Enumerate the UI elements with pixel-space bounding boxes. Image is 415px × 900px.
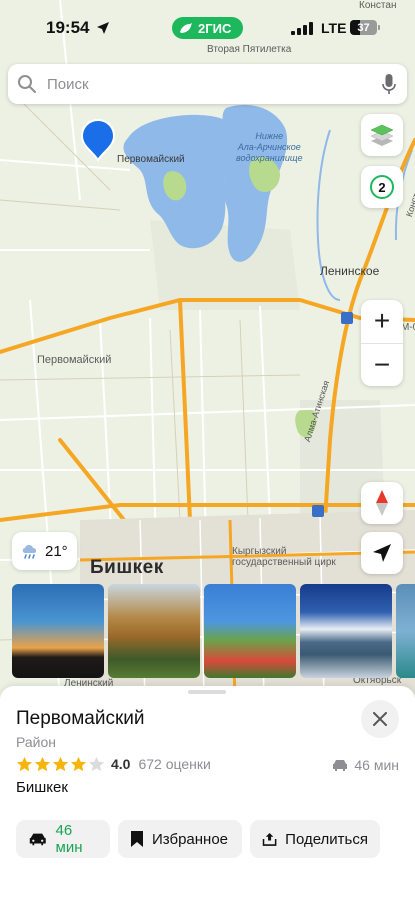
rating-row[interactable]: 4.0 672 оценки (16, 756, 211, 772)
app-brand-label: 2ГИС (198, 20, 232, 36)
sheet-grabber[interactable] (188, 690, 226, 694)
map-label-circus: Кыргызский государственный цирк (232, 546, 336, 568)
search-placeholder: Поиск (47, 75, 89, 93)
star-empty-icon (88, 756, 105, 772)
search-icon (18, 75, 36, 93)
battery-tip (378, 25, 380, 30)
zoom-controls: + − (361, 300, 403, 386)
layers-icon (370, 124, 394, 146)
rating-stars (16, 756, 105, 772)
map-label-m0: М-0 (401, 322, 415, 333)
close-icon (373, 712, 387, 726)
friends-on-map-button[interactable]: 2 (361, 166, 403, 208)
map-label-bishkek: Бишкек (90, 557, 164, 578)
place-type: Район (16, 734, 56, 750)
photo-strip[interactable] (12, 584, 415, 678)
place-card: Первомайский Район 4.0 672 оценки 46 мин… (0, 686, 415, 900)
share-icon (262, 832, 277, 846)
drive-time: 46 мин (331, 757, 399, 773)
status-time: 19:54 (46, 18, 90, 37)
network-type: LTE (321, 20, 347, 36)
friends-count-badge: 2 (370, 175, 394, 199)
map-label-pervomaysky-district: Первомайский (37, 354, 112, 366)
layers-button[interactable] (361, 114, 403, 156)
car-icon (29, 833, 46, 846)
status-bar: 19:54 2ГИС LTE 37 (0, 0, 415, 56)
route-label: 46 мин (55, 822, 83, 856)
map-label-pervomaysky: Первомайский (117, 154, 185, 165)
rating-count: 672 оценки (138, 756, 211, 772)
place-name: Первомайский (16, 708, 145, 729)
car-icon (333, 760, 348, 771)
zoom-in-button[interactable]: + (361, 300, 403, 343)
compass-button[interactable] (361, 482, 403, 524)
favorite-button[interactable]: Избранное (118, 820, 242, 858)
navigation-arrow-icon (373, 544, 391, 562)
star-filled-icon (34, 756, 51, 772)
zoom-out-button[interactable]: − (361, 343, 403, 386)
map-label-reservoir: Нижне Ала-Арчинское водохранилище (236, 131, 303, 163)
rain-cloud-icon (22, 545, 37, 559)
my-location-button[interactable] (361, 532, 403, 574)
weather-widget[interactable]: 21° (12, 532, 77, 570)
battery-icon: 37 (350, 20, 377, 35)
photo-flowerbed[interactable] (204, 584, 296, 678)
drive-time-label: 46 мин (354, 757, 399, 773)
star-filled-icon (16, 756, 33, 772)
share-button[interactable]: Поделиться (250, 820, 380, 858)
star-filled-icon (70, 756, 87, 772)
photo-sunset[interactable] (12, 584, 104, 678)
compass-icon (376, 490, 388, 516)
action-buttons: 46 мин Избранное Поделиться (16, 820, 380, 858)
location-arrow-icon (97, 22, 109, 34)
rating-score: 4.0 (111, 756, 131, 772)
bookmark-icon (131, 831, 143, 847)
star-filled-icon (52, 756, 69, 772)
route-button[interactable]: 46 мин (16, 820, 110, 858)
brand-bird-icon (180, 23, 192, 33)
close-button[interactable] (361, 700, 399, 738)
search-bar[interactable]: Поиск (8, 64, 407, 104)
photo-mountains-lake[interactable] (300, 584, 392, 678)
signal-strength-icon (291, 22, 313, 35)
photo-autumn-trees[interactable] (108, 584, 200, 678)
battery-level: 37 (357, 21, 370, 34)
place-city: Бишкек (16, 779, 68, 796)
microphone-icon[interactable] (382, 74, 396, 95)
favorite-label: Избранное (152, 830, 229, 848)
app-brand-badge[interactable]: 2ГИС (172, 17, 243, 39)
share-label: Поделиться (285, 830, 368, 848)
photo-city[interactable] (396, 584, 415, 678)
location-pin-icon[interactable] (80, 118, 116, 162)
weather-temperature: 21° (45, 542, 68, 560)
map-label-leninskoe: Ленинское (320, 264, 380, 278)
